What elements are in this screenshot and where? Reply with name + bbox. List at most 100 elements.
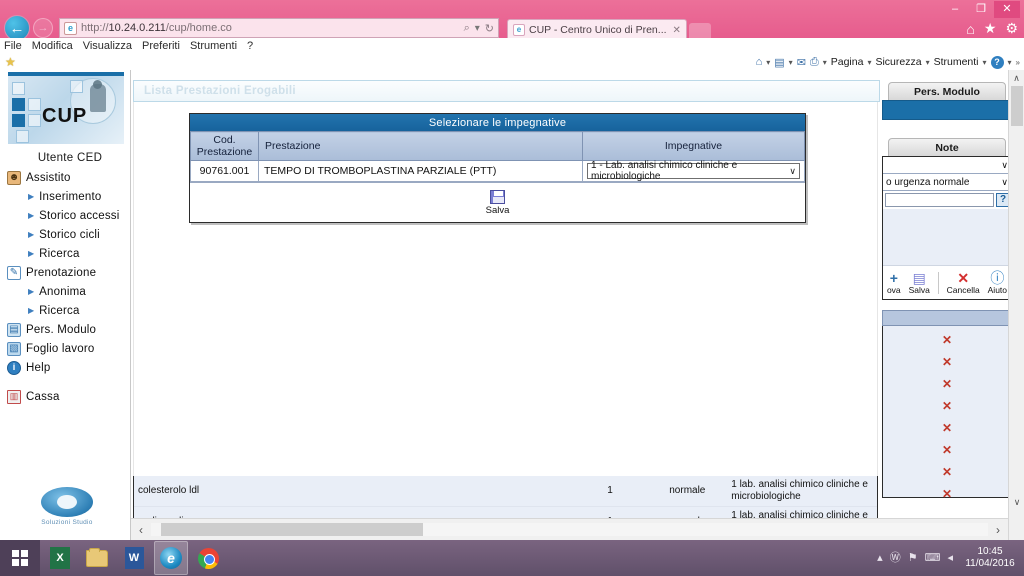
column-header-impegnative: Impegnative (582, 130, 805, 162)
sidebar-item-pers-modulo[interactable]: ▤ Pers. Modulo (4, 320, 130, 339)
home-icon[interactable]: ⌂ (966, 21, 974, 37)
menu-item-strumenti[interactable]: Strumenti (190, 40, 237, 52)
taskbar-internet-explorer-icon[interactable]: e (154, 541, 188, 575)
save-button[interactable]: Salva (486, 205, 510, 216)
mail-icon[interactable]: ✉ (797, 56, 806, 69)
home-icon[interactable]: ⌂ (756, 56, 763, 68)
menu-item-file[interactable]: File (4, 40, 22, 52)
sidebar-item-storico-accessi[interactable]: ▶ Storico accessi (4, 206, 130, 225)
scroll-right-icon[interactable]: › (988, 523, 1008, 537)
sidebar-item-ricerca-prenotazione[interactable]: ▶ Ricerca (4, 301, 130, 320)
delete-row-icon[interactable]: ✕ (942, 400, 952, 412)
sidebar-item-inserimento[interactable]: ▶ Inserimento (4, 187, 130, 206)
close-button[interactable]: ✕ (994, 0, 1020, 18)
delete-row-icon[interactable]: ✕ (942, 488, 952, 500)
sidebar-item-foglio-lavoro[interactable]: ▧ Foglio lavoro (4, 339, 130, 358)
main-content: Lista Prestazioni Erogabili Selezionare … (131, 70, 1024, 540)
minimize-button[interactable]: – (942, 1, 968, 18)
delete-row-icon[interactable]: ✕ (942, 444, 952, 456)
delete-row-icon[interactable]: ✕ (942, 422, 952, 434)
gear-icon[interactable]: ⚙ (1005, 20, 1018, 37)
tray-keyboard-icon[interactable]: ⌨ (925, 552, 941, 564)
tab-pers-modulo[interactable]: Pers. Modulo (888, 82, 1006, 100)
delete-column-header (882, 310, 1012, 326)
menu-item-help[interactable]: ? (247, 40, 253, 52)
cancella-button[interactable]: ✕ Cancella (947, 271, 980, 295)
nuova-button[interactable]: + ova (887, 271, 901, 295)
scroll-left-icon[interactable]: ‹ (131, 523, 151, 537)
address-bar[interactable]: e http://10.24.0.211/cup/home.co ⌕ ▾ ↻ (59, 18, 499, 38)
taskbar-word-icon[interactable]: W (117, 541, 151, 575)
refresh-icon[interactable]: ↻ (485, 22, 494, 35)
sidebar-item-help[interactable]: i Help (4, 358, 130, 377)
taskbar-chrome-icon[interactable] (191, 541, 225, 575)
chevron-down-icon[interactable]: ▾ (867, 58, 871, 67)
chevron-down-icon: ∨ (789, 165, 796, 176)
sidebar-item-anonima[interactable]: ▶ Anonima (4, 282, 130, 301)
command-strumenti[interactable]: Strumenti (934, 56, 979, 68)
taskbar-explorer-icon[interactable] (80, 541, 114, 575)
scroll-up-icon[interactable]: ∧ (1009, 70, 1024, 86)
sidebar-item-prenotazione[interactable]: ✎ Prenotazione (4, 263, 130, 282)
save-icon[interactable] (490, 189, 505, 204)
aiuto-button[interactable]: ⓘ Aiuto (988, 271, 1007, 295)
tab-note[interactable]: Note (888, 138, 1006, 156)
help-icon[interactable]: ? (990, 55, 1004, 69)
select-empty[interactable]: ∨ (883, 157, 1011, 174)
favorites-star-icon[interactable]: ★ (984, 20, 997, 37)
taskbar-clock[interactable]: 10:45 11/04/2016 (960, 546, 1016, 571)
info-icon: ⓘ (990, 269, 1005, 286)
chevron-down-icon[interactable]: ▾ (926, 58, 930, 67)
salva-button[interactable]: ▤ Salva (909, 271, 930, 295)
cell-cod-prestazione: 90761.001 (190, 160, 259, 183)
chevron-down-icon[interactable]: ▾ (789, 58, 793, 67)
menu-item-modifica[interactable]: Modifica (32, 40, 73, 52)
search-icon[interactable]: ⌕ (464, 22, 470, 35)
overflow-icon[interactable]: » (1016, 58, 1020, 67)
vendor-logo: Soluzioni Studio (30, 487, 104, 526)
horizontal-scrollbar[interactable]: ‹ › (131, 518, 1008, 540)
sidebar-item-cassa[interactable]: ▥ Cassa (4, 387, 130, 406)
tray-flag-icon[interactable]: ⚑ (908, 552, 918, 564)
chevron-down-icon[interactable]: ▾ (1008, 58, 1012, 67)
scrollbar-thumb[interactable] (161, 523, 423, 536)
delete-row-icon[interactable]: ✕ (942, 378, 952, 390)
delete-row-icon[interactable]: ✕ (942, 334, 952, 346)
table-row[interactable]: colesterolo ldl 1 normale 1 lab. analisi… (134, 476, 877, 507)
taskbar-excel-icon[interactable]: X (43, 541, 77, 575)
tab-close-icon[interactable]: ✕ (673, 25, 681, 36)
note-input[interactable] (885, 193, 994, 207)
right-panel: Pers. Modulo Note ∨ o urgenza normale ∨ (880, 80, 1014, 540)
feed-icon[interactable]: ▤ (774, 56, 784, 69)
sidebar-item-storico-cicli[interactable]: ▶ Storico cicli (4, 225, 130, 244)
favorites-star-icon[interactable]: ★ (5, 56, 16, 68)
tray-overflow-icon[interactable]: ▴ (877, 552, 883, 564)
sidebar-item-assistito[interactable]: ☻ Assistito (4, 168, 130, 187)
chevron-down-icon[interactable]: ▾ (983, 58, 987, 67)
tray-app-icon[interactable]: Ⓦ (890, 552, 901, 564)
chevron-down-icon[interactable]: ▾ (475, 23, 480, 34)
menu-item-visualizza[interactable]: Visualizza (83, 40, 132, 52)
chevron-down-icon[interactable]: ▾ (823, 58, 827, 67)
start-button[interactable] (0, 540, 40, 576)
scrollbar-thumb[interactable] (1011, 86, 1023, 126)
chevron-down-icon[interactable]: ▾ (766, 58, 770, 67)
restore-button[interactable]: ❐ (968, 1, 994, 18)
tray-volume-icon[interactable]: ◂ (947, 552, 953, 564)
scroll-down-icon[interactable]: ∨ (1009, 494, 1024, 510)
command-pagina[interactable]: Pagina (831, 56, 864, 68)
delete-row-icon[interactable]: ✕ (942, 466, 952, 478)
browser-tab[interactable]: e CUP - Centro Unico di Pren... ✕ (507, 19, 687, 40)
sidebar-item-ricerca-assistito[interactable]: ▶ Ricerca (4, 244, 130, 263)
vertical-scrollbar[interactable]: ∧ ∨ (1008, 70, 1024, 540)
command-sicurezza[interactable]: Sicurezza (875, 56, 921, 68)
menu-item-preferiti[interactable]: Preferiti (142, 40, 180, 52)
arrow-right-icon: ▶ (28, 306, 35, 315)
col-cod-line1: Cod. (213, 134, 236, 146)
print-icon[interactable]: ⎙ (810, 56, 819, 69)
select-urgenza[interactable]: o urgenza normale ∨ (883, 174, 1011, 191)
impegnativa-select[interactable]: 1 - Lab. analisi chimico cliniche e micr… (587, 160, 800, 182)
delete-row-icon[interactable]: ✕ (942, 356, 952, 368)
scrollbar-track[interactable] (151, 523, 988, 536)
forward-icon[interactable]: → (33, 18, 53, 38)
